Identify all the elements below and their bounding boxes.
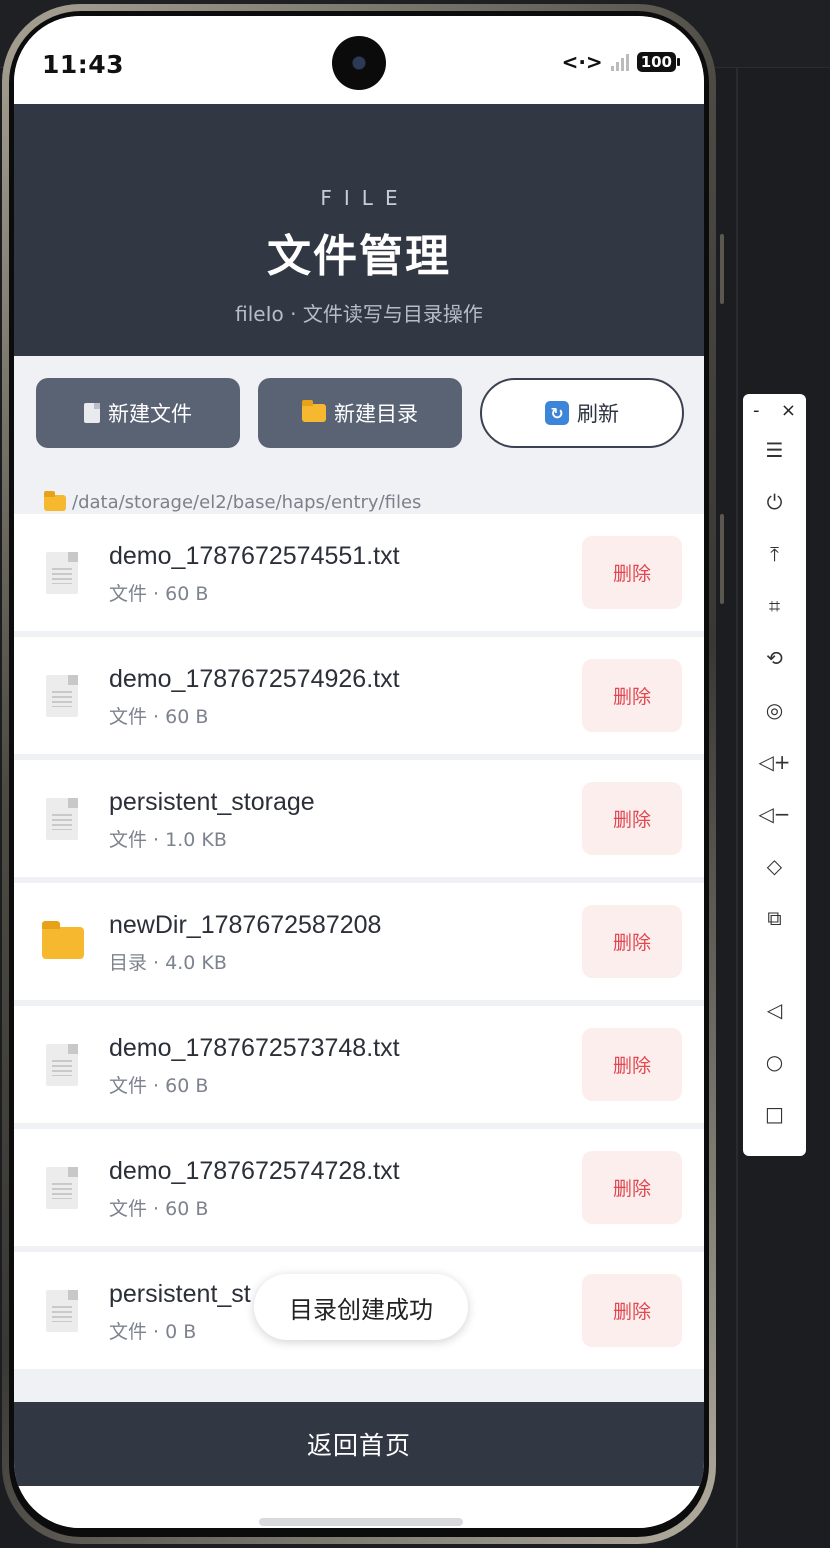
header-subtitle: FILE <box>320 186 410 210</box>
delete-button[interactable]: 删除 <box>582 905 682 978</box>
refresh-icon: ↻ <box>545 401 569 425</box>
file-meta: 文件 · 60 B <box>109 583 209 605</box>
current-path: /data/storage/el2/base/haps/entry/files <box>44 490 422 513</box>
file-icon <box>46 675 78 717</box>
status-icons: <·> 100 <box>561 50 681 74</box>
file-icon <box>46 1290 78 1332</box>
home-indicator[interactable] <box>259 1518 463 1526</box>
multi-screen-icon[interactable]: ⧉ <box>743 892 806 944</box>
volume-up-icon[interactable]: ◁+ <box>743 736 806 788</box>
folder-icon <box>302 400 326 422</box>
shake-icon[interactable]: ◇ <box>743 840 806 892</box>
power-icon[interactable]: ⏻ <box>743 476 806 528</box>
menu-icon[interactable]: ☰ <box>743 424 806 476</box>
delete-button[interactable]: 删除 <box>582 659 682 732</box>
file-name: newDir_1787672587208 <box>109 911 382 939</box>
file-icon <box>84 403 100 423</box>
phone-side-button <box>720 514 724 604</box>
file-meta: 文件 · 1.0 KB <box>109 829 227 851</box>
new-file-label: 新建文件 <box>108 402 192 426</box>
new-directory-label: 新建目录 <box>334 402 418 426</box>
delete-button[interactable]: 删除 <box>582 1028 682 1101</box>
delete-button[interactable]: 删除 <box>582 536 682 609</box>
toast-message: 目录创建成功 <box>254 1274 468 1340</box>
network-icon: <·> <box>561 50 603 74</box>
file-list-item[interactable]: demo_1787672574728.txt 文件 · 60 B 删除 <box>14 1129 704 1246</box>
minimize-button[interactable]: - <box>753 400 760 424</box>
back-icon[interactable]: ◁ <box>743 984 806 1036</box>
emulator-toolbar: - × ☰ ⏻ ⤒ ⌗ ⟲ ◎ ◁+ ◁− ◇ ⧉ ◁ ○ □ <box>743 394 806 1156</box>
file-name: persistent_st <box>109 1280 251 1308</box>
refresh-button[interactable]: ↻ 刷新 <box>480 378 684 448</box>
battery-icon: 100 <box>636 52 681 72</box>
phone-screen: 11:43 <·> 100 FILE 文件管理 fileIo · 文件读写与目录… <box>14 16 704 1528</box>
screenshot-icon[interactable]: ◎ <box>743 684 806 736</box>
close-button[interactable]: × <box>781 400 796 424</box>
file-list-item[interactable]: persistent_storage 文件 · 1.0 KB 删除 <box>14 760 704 877</box>
status-bar: 11:43 <·> 100 <box>14 16 704 104</box>
signal-icon <box>610 53 629 71</box>
file-list-item[interactable]: demo_1787672574926.txt 文件 · 60 B 删除 <box>14 637 704 754</box>
crop-icon[interactable]: ⌗ <box>743 580 806 632</box>
file-meta: 文件 · 60 B <box>109 706 209 728</box>
file-name: demo_1787672574551.txt <box>109 542 400 570</box>
status-time: 11:43 <box>42 50 125 79</box>
file-list-item[interactable]: newDir_1787672587208 目录 · 4.0 KB 删除 <box>14 883 704 1000</box>
file-list-item[interactable]: demo_1787672573748.txt 文件 · 60 B 删除 <box>14 1006 704 1123</box>
volume-down-icon[interactable]: ◁− <box>743 788 806 840</box>
recents-icon[interactable]: □ <box>743 1088 806 1140</box>
rotate-icon[interactable]: ⟲ <box>743 632 806 684</box>
home-icon[interactable]: ○ <box>743 1036 806 1088</box>
delete-button[interactable]: 删除 <box>582 1151 682 1224</box>
back-home-button[interactable]: 返回首页 <box>14 1402 704 1486</box>
file-meta: 文件 · 60 B <box>109 1075 209 1097</box>
phone-frame: 11:43 <·> 100 FILE 文件管理 fileIo · 文件读写与目录… <box>2 4 724 1544</box>
page-header: FILE 文件管理 fileIo · 文件读写与目录操作 <box>14 104 704 356</box>
file-list-item[interactable]: demo_1787672574551.txt 文件 · 60 B 删除 <box>14 514 704 631</box>
file-icon <box>46 552 78 594</box>
toolbar: 新建文件 新建目录 ↻ 刷新 <box>36 378 684 448</box>
pin-top-icon[interactable]: ⤒ <box>743 528 806 580</box>
front-camera <box>332 36 386 90</box>
file-name: demo_1787672573748.txt <box>109 1034 400 1062</box>
open-folder-icon <box>44 490 66 511</box>
desktop-divider <box>736 68 738 1548</box>
file-meta: 文件 · 0 B <box>109 1321 197 1343</box>
file-icon <box>46 1044 78 1086</box>
file-name: persistent_storage <box>109 788 315 816</box>
header-description: fileIo · 文件读写与目录操作 <box>235 302 483 326</box>
delete-button[interactable]: 删除 <box>582 1274 682 1347</box>
page-title: 文件管理 <box>267 231 451 282</box>
refresh-label: 刷新 <box>577 402 619 426</box>
file-icon <box>46 1167 78 1209</box>
new-file-button[interactable]: 新建文件 <box>36 378 240 448</box>
delete-button[interactable]: 删除 <box>582 782 682 855</box>
file-meta: 目录 · 4.0 KB <box>109 952 227 974</box>
path-text: /data/storage/el2/base/haps/entry/files <box>72 492 422 513</box>
file-list: demo_1787672574551.txt 文件 · 60 B 删除 demo_17… <box>14 514 704 1375</box>
new-directory-button[interactable]: 新建目录 <box>258 378 462 448</box>
file-icon <box>46 798 78 840</box>
phone-side-button <box>720 234 724 304</box>
file-name: demo_1787672574926.txt <box>109 665 400 693</box>
file-meta: 文件 · 60 B <box>109 1198 209 1220</box>
folder-icon <box>42 921 84 959</box>
file-name: demo_1787672574728.txt <box>109 1157 400 1185</box>
